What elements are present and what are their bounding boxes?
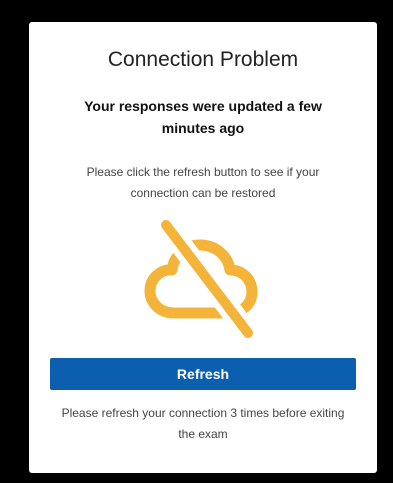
connection-problem-dialog: Connection Problem Your responses were u…: [29, 22, 377, 473]
dialog-title: Connection Problem: [107, 48, 299, 71]
refresh-attempts-note: Please refresh your connection 3 times b…: [61, 406, 345, 441]
responses-updated-status: Your responses were updated a few minute…: [84, 98, 322, 136]
refresh-button[interactable]: Refresh: [50, 358, 356, 390]
refresh-instruction: Please click the refresh button to see i…: [86, 165, 320, 200]
cloud-offline-icon: [136, 215, 266, 345]
